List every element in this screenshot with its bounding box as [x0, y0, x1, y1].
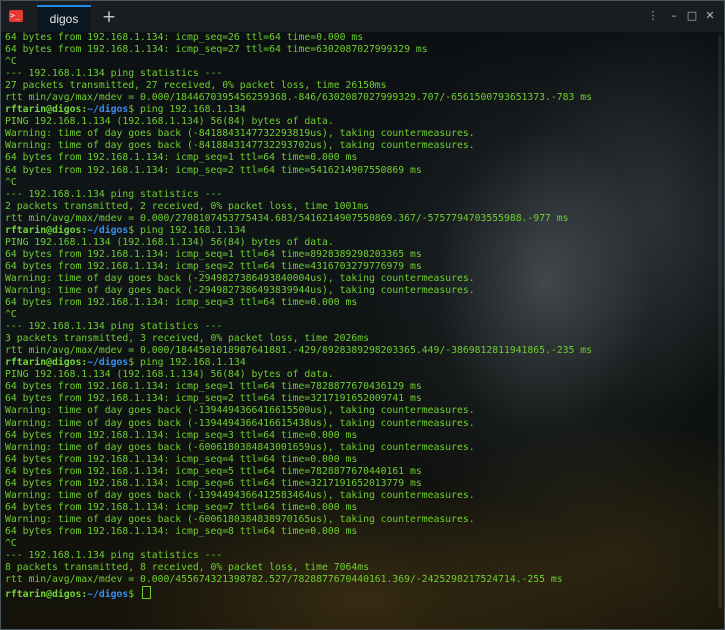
- output-line: 64 bytes from 192.168.1.134: icmp_seq=2 …: [5, 260, 422, 272]
- output-line: Warning: time of day goes back (-8418843…: [5, 128, 475, 140]
- prompt-line: rftarin@digos:~/digos$ ping 192.168.1.13…: [5, 104, 705, 116]
- output-line: ^C: [5, 309, 17, 321]
- minimize-button[interactable]: –: [667, 9, 681, 23]
- scrollbar-thumb[interactable]: [718, 35, 722, 609]
- output-line: 64 bytes from 192.168.1.134: icmp_seq=1 …: [5, 381, 422, 393]
- prompt-user-host: rftarin@digos: [5, 104, 82, 116]
- output-line: Warning: time of day goes back (-1394494…: [5, 405, 475, 417]
- output-line: 27 packets transmitted, 27 received, 0% …: [5, 80, 387, 92]
- output-line: --- 192.168.1.134 ping statistics ---: [5, 550, 223, 562]
- output-line: ^C: [5, 56, 17, 68]
- prompt-line: rftarin@digos:~/digos$: [5, 586, 705, 601]
- output-line: 8 packets transmitted, 8 received, 0% pa…: [5, 562, 369, 574]
- output-line: Warning: time of day goes back (-2949827…: [5, 272, 475, 284]
- output-line: --- 192.168.1.134 ping statistics ---: [5, 188, 223, 200]
- prompt-user-host: rftarin@digos: [5, 589, 82, 601]
- output-line: 64 bytes from 192.168.1.134: icmp_seq=1 …: [5, 152, 358, 164]
- output-line: Warning: time of day goes back (-6006180…: [5, 441, 475, 453]
- command-text: ping 192.168.1.134: [134, 357, 246, 369]
- output-line: rtt min/avg/max/mdev = 0.000/18445010189…: [5, 345, 592, 357]
- terminal-window: >_ digos + ⋮ – □ ✕ 64 bytes from 192.168…: [0, 0, 725, 630]
- output-line: 64 bytes from 192.168.1.134: icmp_seq=1 …: [5, 248, 422, 260]
- terminal-output[interactable]: 64 bytes from 192.168.1.134: icmp_seq=26…: [5, 32, 705, 612]
- command-text: [134, 589, 140, 600]
- output-line: rtt min/avg/max/mdev = 0.000/18446703954…: [5, 92, 592, 104]
- output-line: PING 192.168.1.134 (192.168.1.134) 56(84…: [5, 369, 334, 381]
- prompt-path: ~/digos: [87, 104, 129, 116]
- output-line: Warning: time of day goes back (-6006180…: [5, 513, 475, 525]
- output-line: rtt min/avg/max/mdev = 0.000/45567432139…: [5, 574, 563, 586]
- output-line: 64 bytes from 192.168.1.134: icmp_seq=2 …: [5, 393, 422, 405]
- prompt-user-host: rftarin@digos: [5, 357, 82, 369]
- output-line: 3 packets transmitted, 3 received, 0% pa…: [5, 333, 369, 345]
- output-line: 64 bytes from 192.168.1.134: icmp_seq=26…: [5, 32, 364, 43]
- prompt-path: ~/digos: [87, 224, 129, 236]
- command-text: ping 192.168.1.134: [134, 224, 246, 236]
- output-line: ^C: [5, 537, 17, 549]
- output-line: 64 bytes from 192.168.1.134: icmp_seq=8 …: [5, 525, 358, 537]
- tab-digos[interactable]: digos: [37, 5, 91, 32]
- output-line: 64 bytes from 192.168.1.134: icmp_seq=27…: [5, 44, 428, 56]
- text-cursor[interactable]: [142, 586, 152, 600]
- output-line: 64 bytes from 192.168.1.134: icmp_seq=6 …: [5, 477, 422, 489]
- output-line: 64 bytes from 192.168.1.134: icmp_seq=3 …: [5, 429, 358, 441]
- maximize-button[interactable]: □: [685, 9, 699, 23]
- output-line: Warning: time of day goes back (-2949827…: [5, 284, 475, 296]
- output-line: Warning: time of day goes back (-1394494…: [5, 489, 475, 501]
- output-line: PING 192.168.1.134 (192.168.1.134) 56(84…: [5, 116, 334, 128]
- output-line: --- 192.168.1.134 ping statistics ---: [5, 68, 223, 80]
- prompt-user-host: rftarin@digos: [5, 224, 82, 236]
- output-line: rtt min/avg/max/mdev = 0.000/27081074537…: [5, 212, 569, 224]
- output-line: Warning: time of day goes back (-8418843…: [5, 140, 475, 152]
- output-line: 64 bytes from 192.168.1.134: icmp_seq=7 …: [5, 501, 358, 513]
- output-line: 64 bytes from 192.168.1.134: icmp_seq=5 …: [5, 465, 422, 477]
- output-line: 2 packets transmitted, 2 received, 0% pa…: [5, 200, 369, 212]
- terminal-scrollbar[interactable]: [716, 35, 722, 609]
- output-line: 64 bytes from 192.168.1.134: icmp_seq=3 …: [5, 297, 358, 309]
- output-line: 64 bytes from 192.168.1.134: icmp_seq=2 …: [5, 164, 422, 176]
- more-options-icon[interactable]: ⋮: [646, 9, 660, 23]
- prompt-line: rftarin@digos:~/digos$ ping 192.168.1.13…: [5, 357, 705, 369]
- output-line: Warning: time of day goes back (-1394494…: [5, 417, 475, 429]
- terminal-app-icon: >_: [9, 10, 23, 22]
- prompt-path: ~/digos: [87, 357, 129, 369]
- close-button[interactable]: ✕: [703, 9, 717, 23]
- output-line: PING 192.168.1.134 (192.168.1.134) 56(84…: [5, 236, 334, 248]
- new-tab-button[interactable]: +: [99, 7, 119, 27]
- output-line: ^C: [5, 176, 17, 188]
- prompt-path: ~/digos: [87, 589, 129, 601]
- prompt-line: rftarin@digos:~/digos$ ping 192.168.1.13…: [5, 225, 705, 237]
- title-bar[interactable]: >_ digos + ⋮ – □ ✕: [1, 1, 724, 32]
- output-line: --- 192.168.1.134 ping statistics ---: [5, 321, 223, 333]
- output-line: 64 bytes from 192.168.1.134: icmp_seq=4 …: [5, 453, 358, 465]
- command-text: ping 192.168.1.134: [134, 104, 246, 116]
